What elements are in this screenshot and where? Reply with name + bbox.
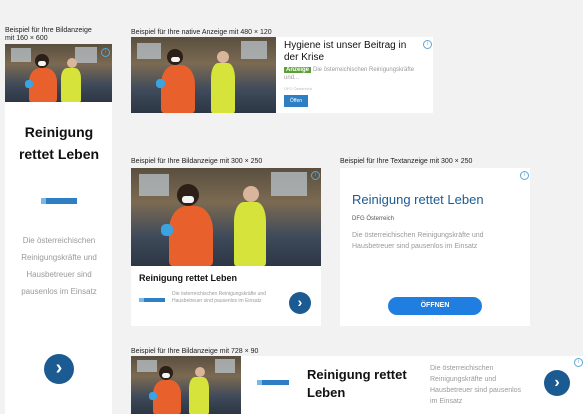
native-advertiser: DFG Österreich	[284, 86, 313, 91]
caption-skyscraper: Beispiel für Ihre Bildanzeige mit 160 × …	[5, 27, 92, 42]
text-300-ad[interactable]: i Reinigung rettet Leben DFG Österreich …	[340, 168, 530, 326]
ad-photo	[5, 44, 112, 102]
image-300-ad[interactable]: i Reinigung rettet Leben Die österreichi…	[131, 168, 321, 326]
dfg-logo	[41, 198, 77, 204]
native-ad[interactable]: Hygiene ist unser Beitrag in der Krise A…	[131, 37, 433, 113]
info-icon[interactable]: i	[423, 40, 432, 49]
image-300-body: Die österreichischen Reinigungskräfte un…	[172, 291, 266, 304]
caption-text-300: Beispiel für Ihre Textanzeige mit 300 × …	[340, 158, 473, 165]
dfg-logo	[139, 298, 165, 302]
ad-photo	[131, 168, 321, 266]
caption-image-728: Beispiel für Ihre Bildanzeige mit 728 × …	[131, 348, 259, 355]
image-300-arrow-button[interactable]: ›	[289, 292, 311, 314]
info-icon[interactable]: i	[101, 48, 110, 57]
caption-native: Beispiel für Ihre native Anzeige mit 480…	[131, 29, 272, 36]
dfg-logo	[257, 380, 289, 385]
info-icon[interactable]: i	[520, 171, 529, 180]
ad-badge: Anzeige	[284, 67, 312, 73]
leaderboard-ad[interactable]: Reinigung rettet Leben Die österreichisc…	[131, 356, 583, 414]
info-icon[interactable]: i	[311, 171, 320, 180]
text-300-open-button[interactable]: ÖFFNEN	[388, 297, 482, 315]
skyscraper-ad[interactable]: i Reinigung rettet Leben Die österreichi…	[5, 44, 112, 414]
ad-photo	[131, 356, 241, 414]
skyscraper-arrow-button[interactable]: ›	[44, 354, 74, 384]
leaderboard-headline: Reinigung rettet Leben	[307, 367, 407, 400]
native-headline[interactable]: Hygiene ist unser Beitrag in der Krise	[284, 40, 422, 64]
text-300-advertiser: DFG Österreich	[352, 216, 395, 222]
image-300-headline: Reinigung rettet Leben	[139, 273, 238, 283]
native-open-button[interactable]: Öffen	[284, 95, 308, 107]
caption-image-300: Beispiel für Ihre Bildanzeige mit 300 × …	[131, 158, 263, 165]
text-300-body: Die österreichischen Reinigungskräfte un…	[352, 232, 484, 250]
skyscraper-body: Die österreichischen Reinigungskräfte un…	[21, 236, 97, 296]
skyscraper-headline: Reinigung rettet Leben	[18, 124, 100, 162]
info-icon[interactable]: i	[574, 358, 583, 367]
text-300-headline[interactable]: Reinigung rettet Leben	[352, 192, 484, 208]
ad-photo	[131, 37, 276, 113]
leaderboard-arrow-button[interactable]: ›	[544, 370, 570, 396]
leaderboard-body: Die österreichischen Reinigungskräfte un…	[430, 365, 522, 405]
